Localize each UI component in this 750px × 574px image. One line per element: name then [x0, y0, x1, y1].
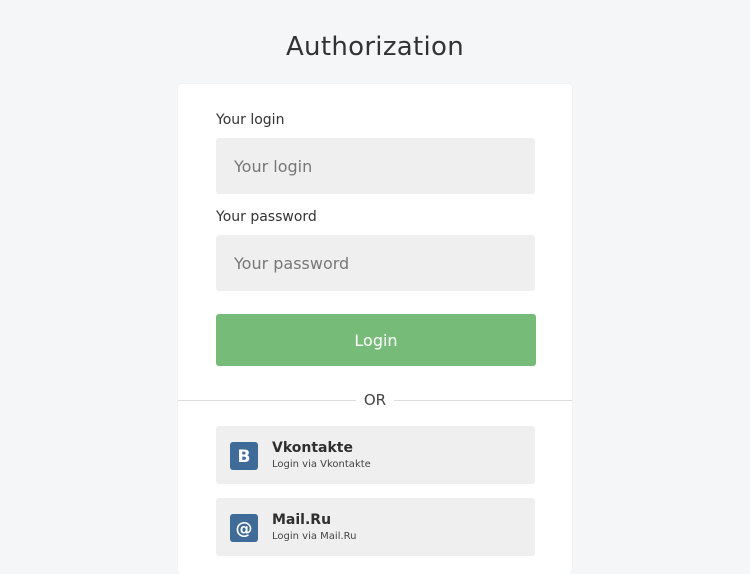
login-input[interactable]	[216, 138, 535, 194]
svg-text:@: @	[236, 519, 253, 539]
mail-ru-icon: @	[230, 514, 258, 542]
login-button[interactable]: Login	[216, 314, 536, 366]
vkontakte-subtitle: Login via Vkontakte	[272, 459, 371, 470]
password-label: Your password	[216, 209, 317, 225]
auth-card: Your login Your password Login OR B Vkon…	[178, 84, 572, 574]
login-label: Your login	[216, 112, 285, 128]
page-title: Authorization	[285, 32, 465, 62]
vkontakte-name: Vkontakte	[272, 440, 353, 456]
mailru-name: Mail.Ru	[272, 512, 332, 528]
vk-icon: B	[230, 442, 258, 470]
or-divider-text: OR	[356, 390, 394, 410]
vkontakte-login-button[interactable]: B Vkontakte Login via Vkontakte	[216, 426, 535, 484]
mailru-login-button[interactable]: @ Mail.Ru Login via Mail.Ru	[216, 498, 535, 556]
mailru-subtitle: Login via Mail.Ru	[272, 531, 357, 542]
password-input[interactable]	[216, 235, 535, 291]
svg-text:B: B	[238, 447, 251, 467]
